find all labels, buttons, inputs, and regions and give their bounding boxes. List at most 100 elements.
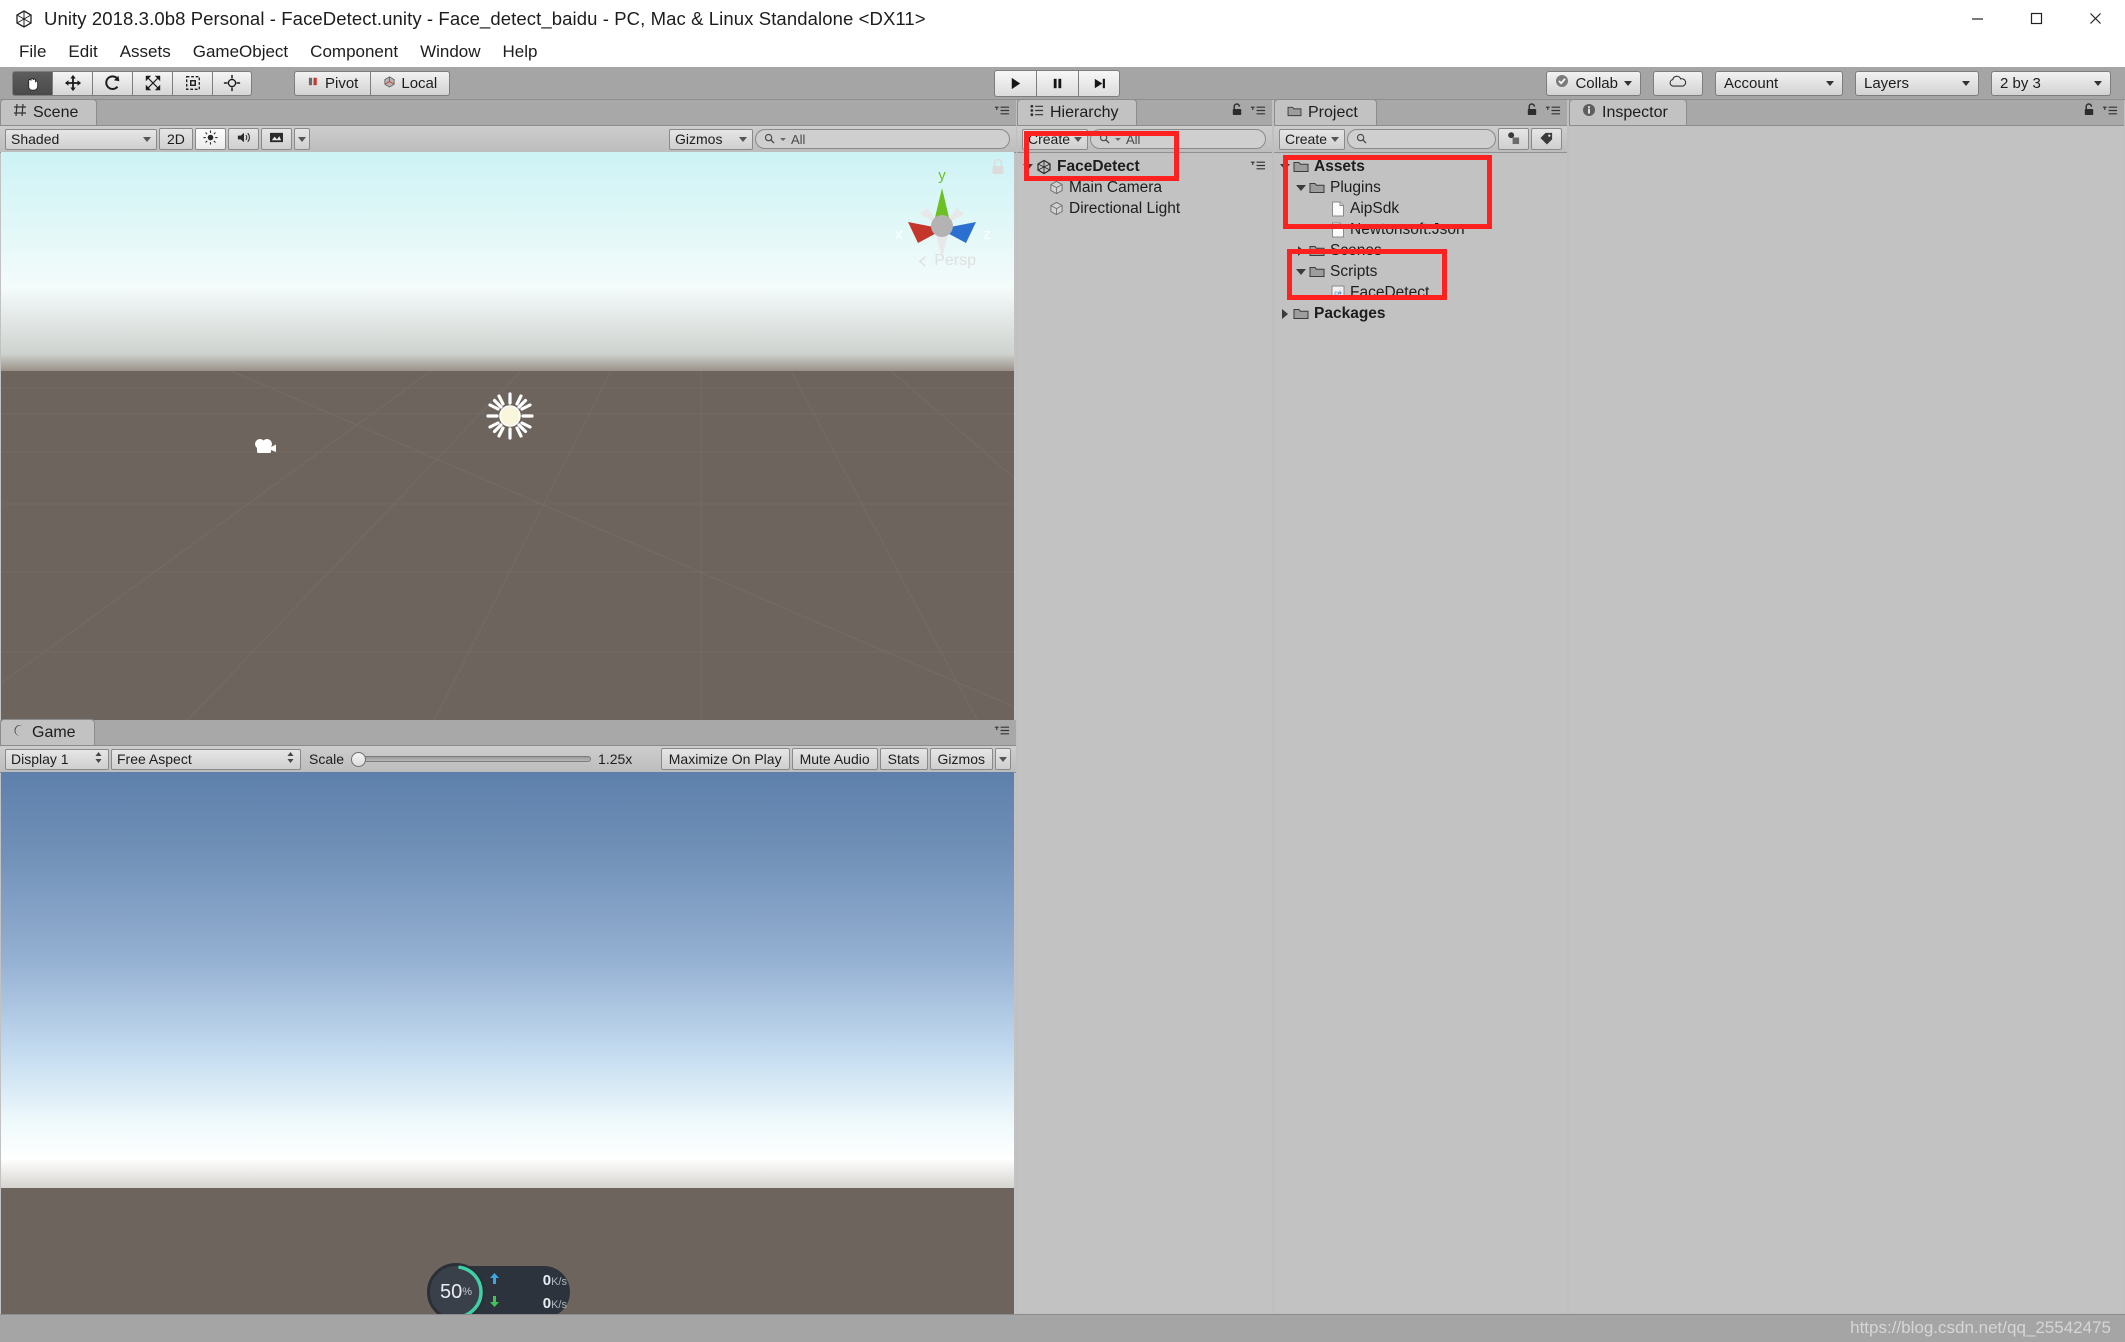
upload-value: 0 xyxy=(542,1271,552,1289)
tab-hierarchy[interactable]: Hierarchy xyxy=(1017,99,1138,125)
chevron-down-icon xyxy=(1074,136,1082,142)
scene-effects-dropdown[interactable] xyxy=(293,128,310,150)
filter-by-type-button[interactable] xyxy=(1498,128,1529,150)
game-toolbar: Display 1 Free Aspect Scale 1.25x Maximi… xyxy=(0,746,1016,773)
display-dropdown[interactable]: Display 1 xyxy=(5,748,109,770)
pause-button[interactable] xyxy=(1036,69,1078,97)
sun-icon xyxy=(203,130,218,148)
gizmos-dropdown[interactable]: Gizmos xyxy=(669,128,753,150)
game-gizmos-dropdown[interactable] xyxy=(995,748,1011,770)
gizmos-label: Gizmos xyxy=(675,131,723,147)
hierarchy-search-input[interactable]: All xyxy=(1090,129,1266,149)
lock-icon[interactable] xyxy=(2083,103,2095,121)
menu-assets[interactable]: Assets xyxy=(109,39,182,65)
project-item-newtonsoft-json[interactable]: Newtonsoft.Json xyxy=(1274,219,1567,240)
project-create-button[interactable]: Create xyxy=(1279,128,1345,150)
scale-value: 1.25x xyxy=(598,751,633,767)
hierarchy-item-facedetect[interactable]: FaceDetect xyxy=(1017,156,1272,177)
upload-unit: K/s xyxy=(551,1275,567,1288)
scene-audio-toggle[interactable] xyxy=(227,128,259,150)
cloud-button[interactable] xyxy=(1653,70,1703,96)
scene-lighting-toggle[interactable] xyxy=(194,128,226,150)
panel-menu-icon[interactable] xyxy=(1544,103,1561,121)
foldout-collapsed-icon[interactable] xyxy=(1294,245,1307,256)
minimize-icon[interactable] xyxy=(1948,0,2007,37)
account-button[interactable]: Account xyxy=(1715,70,1843,96)
network-speed-overlay[interactable]: 0K/s 0K/s 50% xyxy=(427,1263,570,1321)
hierarchy-item-label: Main Camera xyxy=(1069,178,1163,196)
menu-gameobject[interactable]: GameObject xyxy=(182,39,299,65)
tab-inspector[interactable]: Inspector xyxy=(1569,99,1687,125)
foldout-collapsed-icon[interactable] xyxy=(1278,308,1291,319)
menu-help[interactable]: Help xyxy=(492,39,549,65)
hierarchy-item-main-camera[interactable]: Main Camera xyxy=(1017,177,1272,198)
close-icon[interactable] xyxy=(2066,0,2125,37)
scene-grid-icon xyxy=(13,103,27,122)
lock-icon[interactable] xyxy=(1526,103,1538,121)
panel-menu-icon[interactable] xyxy=(993,103,1010,121)
scale-slider-group[interactable]: Scale 1.25x xyxy=(303,751,638,767)
local-axis-icon xyxy=(383,75,396,92)
menu-window[interactable]: Window xyxy=(409,39,491,65)
tab-project[interactable]: Project xyxy=(1274,99,1377,125)
foldout-expanded-icon[interactable] xyxy=(1021,163,1034,170)
camera-gizmo-icon[interactable] xyxy=(253,436,279,461)
menu-edit[interactable]: Edit xyxy=(57,39,108,65)
project-item-plugins[interactable]: Plugins xyxy=(1274,177,1567,198)
transform-tool-button[interactable] xyxy=(212,70,252,96)
layout-button[interactable]: 2 by 3 xyxy=(1991,70,2111,96)
foldout-expanded-icon[interactable] xyxy=(1278,163,1291,170)
scene-viewport[interactable]: y x z Persp xyxy=(1,152,1014,727)
lock-icon[interactable] xyxy=(990,158,1006,181)
foldout-expanded-icon[interactable] xyxy=(1294,184,1307,191)
pivot-button[interactable]: Pivot xyxy=(294,70,371,96)
panel-menu-icon[interactable] xyxy=(1249,103,1266,121)
game-viewport[interactable] xyxy=(1,772,1014,1342)
hierarchy-item-directional-light[interactable]: Directional Light xyxy=(1017,198,1272,219)
scale-tool-button[interactable] xyxy=(132,70,172,96)
game-gizmos-button[interactable]: Gizmos xyxy=(929,748,993,770)
tab-game[interactable]: Game xyxy=(0,719,95,745)
foldout-expanded-icon[interactable] xyxy=(1294,268,1307,275)
stats-button[interactable]: Stats xyxy=(879,748,928,770)
maximize-on-play-button[interactable]: Maximize On Play xyxy=(660,748,790,770)
rotate-tool-button[interactable] xyxy=(92,70,132,96)
lock-icon[interactable] xyxy=(1231,103,1243,121)
project-item-packages[interactable]: Packages xyxy=(1274,303,1567,324)
scale-slider-handle[interactable] xyxy=(351,751,367,767)
move-tool-button[interactable] xyxy=(52,70,92,96)
collab-button[interactable]: Collab xyxy=(1546,70,1641,96)
project-item-scenes[interactable]: Scenes xyxy=(1274,240,1567,261)
menu-file[interactable]: File xyxy=(8,39,57,65)
project-item-assets[interactable]: Assets xyxy=(1274,156,1567,177)
pivot-icon xyxy=(307,75,320,92)
project-item-aipsdk[interactable]: AipSdk xyxy=(1274,198,1567,219)
shading-mode-dropdown[interactable]: Shaded xyxy=(5,128,157,150)
play-button[interactable] xyxy=(994,69,1036,97)
scale-slider[interactable] xyxy=(351,751,592,767)
filter-by-label-button[interactable] xyxy=(1531,128,1562,150)
tab-scene[interactable]: Scene xyxy=(0,99,98,125)
hand-tool-button[interactable] xyxy=(12,70,52,96)
panel-menu-icon[interactable] xyxy=(993,723,1010,741)
project-item-scripts[interactable]: Scripts xyxy=(1274,261,1567,282)
light-gizmo-icon[interactable] xyxy=(486,392,534,445)
aspect-dropdown[interactable]: Free Aspect xyxy=(111,748,301,770)
scene-search-input[interactable]: All xyxy=(755,129,1010,149)
toggle-2d-button[interactable]: 2D xyxy=(159,128,193,150)
scene-context-menu-icon[interactable] xyxy=(1249,158,1266,176)
project-search-input[interactable] xyxy=(1347,129,1496,149)
project-item-facedetect-script[interactable]: c# FaceDetect xyxy=(1274,282,1567,303)
panel-menu-icon[interactable] xyxy=(2101,103,2118,121)
layers-button[interactable]: Layers xyxy=(1855,70,1979,96)
menu-component[interactable]: Component xyxy=(299,39,409,65)
maximize-icon[interactable] xyxy=(2007,0,2066,37)
scene-projection-label[interactable]: Persp xyxy=(917,252,976,270)
mute-audio-button[interactable]: Mute Audio xyxy=(791,748,878,770)
rect-tool-button[interactable] xyxy=(172,70,212,96)
scene-effects-toggle[interactable] xyxy=(260,128,292,150)
hierarchy-create-button[interactable]: Create xyxy=(1022,128,1088,150)
scene-tabstrip: Scene xyxy=(0,99,1016,126)
local-button[interactable]: Local xyxy=(370,70,451,96)
step-button[interactable] xyxy=(1078,69,1120,97)
